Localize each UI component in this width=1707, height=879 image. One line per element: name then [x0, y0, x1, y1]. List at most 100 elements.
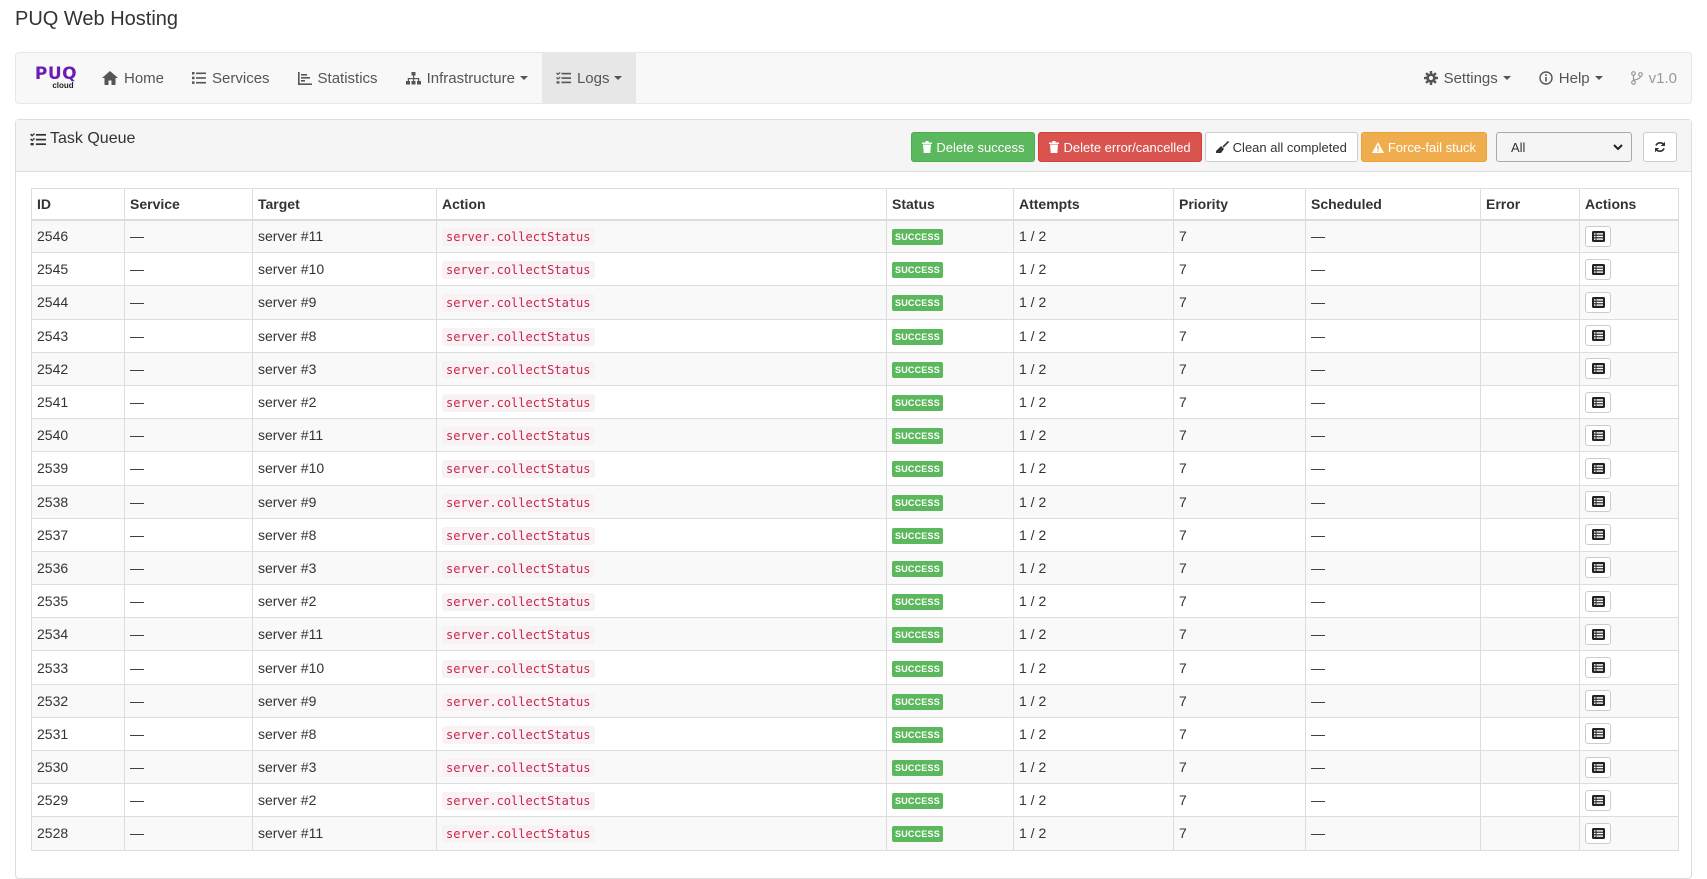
- nav-item-logs[interactable]: Logs: [541, 53, 637, 103]
- column-header-action[interactable]: Action: [436, 188, 887, 221]
- cell-error: [1480, 716, 1580, 752]
- view-details-button[interactable]: [1585, 457, 1611, 479]
- list-alt-icon: [1591, 330, 1605, 342]
- cell-scheduled: —: [1305, 550, 1481, 586]
- table-row: 2545— server #10 server.collectStatus SUCCE…: [31, 252, 1679, 287]
- task-table-wrapper: ID Service Target Action Status Attempts…: [31, 188, 1679, 851]
- nav-item-infrastructure[interactable]: Infrastructure: [392, 53, 542, 103]
- view-details-button[interactable]: [1585, 590, 1611, 612]
- nav-item-statistics[interactable]: Statistics: [284, 53, 392, 103]
- cell-actions: [1579, 683, 1679, 718]
- cell-action: server.collectStatus: [436, 683, 887, 718]
- nav-item-help[interactable]: Help: [1525, 53, 1617, 103]
- nav-item-help-label: Help: [1558, 69, 1590, 87]
- delete-error-cancelled-button[interactable]: Delete error/cancelled: [1038, 132, 1202, 162]
- table-row: 2534— server #11 server.collectStatus SUCCE…: [31, 617, 1679, 652]
- column-header-scheduled[interactable]: Scheduled: [1305, 188, 1481, 221]
- cell-id: 2538: [31, 484, 125, 519]
- column-header-priority[interactable]: Priority: [1173, 188, 1306, 221]
- nav-item-services[interactable]: Services: [178, 53, 284, 103]
- status-badge: SUCCESS: [892, 793, 943, 810]
- column-header-error[interactable]: Error: [1480, 188, 1580, 221]
- action-code: server.collectStatus: [442, 825, 595, 844]
- task-queue-panel: Task Queue Delete success Delete error/c…: [15, 119, 1692, 879]
- view-details-button[interactable]: [1585, 424, 1611, 446]
- table-row: 2539— server #10 server.collectStatus SUCCE…: [31, 451, 1679, 486]
- cell-target: server #11: [252, 218, 437, 254]
- cell-action: server.collectStatus: [436, 484, 887, 519]
- column-header-status[interactable]: Status: [886, 188, 1014, 221]
- view-details-button[interactable]: [1585, 756, 1611, 778]
- cell-error: [1480, 783, 1580, 818]
- column-header-actions: Actions: [1579, 188, 1679, 221]
- view-details-button[interactable]: [1585, 690, 1611, 712]
- action-code: server.collectStatus: [442, 593, 595, 612]
- status-badge: SUCCESS: [892, 461, 943, 478]
- delete-error-cancelled-label: Delete error/cancelled: [1063, 139, 1191, 155]
- table-row: 2533— server #10 server.collectStatus SUCCE…: [31, 650, 1679, 685]
- cell-service: —: [124, 252, 253, 287]
- status-filter-select[interactable]: All: [1496, 132, 1632, 162]
- clean-all-completed-button[interactable]: Clean all completed: [1204, 132, 1358, 162]
- nav-item-version[interactable]: v1.0: [1617, 53, 1691, 103]
- view-details-button[interactable]: [1585, 789, 1611, 811]
- force-fail-stuck-button[interactable]: Force-fail stuck: [1360, 132, 1487, 162]
- cell-attempts: 1 / 2: [1013, 451, 1174, 486]
- cell-priority: 7: [1173, 517, 1306, 552]
- cell-target: server #9: [252, 683, 437, 718]
- cell-service: —: [124, 716, 253, 752]
- delete-success-button[interactable]: Delete success: [911, 132, 1036, 162]
- column-header-attempts[interactable]: Attempts: [1013, 188, 1174, 221]
- column-header-id[interactable]: ID: [31, 188, 125, 221]
- cell-scheduled: —: [1305, 451, 1481, 486]
- status-filter-value: All: [1511, 139, 1526, 155]
- view-details-button[interactable]: [1585, 623, 1611, 645]
- cell-action: server.collectStatus: [436, 517, 887, 552]
- nav-item-settings[interactable]: Settings: [1410, 53, 1525, 103]
- cell-status: SUCCESS: [886, 318, 1014, 353]
- cell-attempts: 1 / 2: [1013, 218, 1174, 254]
- nav-item-statistics-label: Statistics: [317, 69, 378, 87]
- cell-scheduled: —: [1305, 384, 1481, 420]
- cell-priority: 7: [1173, 418, 1306, 453]
- view-details-button[interactable]: [1585, 723, 1611, 745]
- cell-error: [1480, 451, 1580, 486]
- chevron-down-icon: [519, 76, 528, 80]
- view-details-button[interactable]: [1585, 225, 1611, 247]
- cell-action: server.collectStatus: [436, 816, 887, 851]
- table-row: 2529— server #2 server.collectStatus SUCCES…: [31, 783, 1679, 818]
- view-details-button[interactable]: [1585, 491, 1611, 513]
- cell-status: SUCCESS: [886, 650, 1014, 685]
- cell-error: [1480, 816, 1580, 851]
- view-details-button[interactable]: [1585, 358, 1611, 380]
- view-details-button[interactable]: [1585, 657, 1611, 679]
- toolbar: Delete success Delete error/cancelled Cl…: [908, 132, 1677, 162]
- panel-title-text: Task Queue: [50, 130, 136, 147]
- view-details-button[interactable]: [1585, 822, 1611, 844]
- cell-target: server #3: [252, 749, 437, 785]
- view-details-button[interactable]: [1585, 325, 1611, 347]
- list-alt-icon: [1591, 529, 1605, 541]
- nav-item-home[interactable]: Home: [88, 53, 178, 103]
- table-row: 2536— server #3 server.collectStatus SUCCES…: [31, 550, 1679, 586]
- brand-logo[interactable]: PUQ cloud: [16, 53, 88, 103]
- column-header-target[interactable]: Target: [252, 188, 437, 221]
- cell-status: SUCCESS: [886, 285, 1014, 320]
- view-details-button[interactable]: [1585, 391, 1611, 413]
- cell-attempts: 1 / 2: [1013, 351, 1174, 386]
- cell-service: —: [124, 384, 253, 420]
- refresh-button[interactable]: [1643, 132, 1677, 162]
- table-header-row: ID Service Target Action Status Attempts…: [31, 188, 1679, 221]
- view-details-button[interactable]: [1585, 524, 1611, 546]
- cell-error: [1480, 484, 1580, 519]
- view-details-button[interactable]: [1585, 557, 1611, 579]
- view-details-button[interactable]: [1585, 291, 1611, 313]
- cell-priority: 7: [1173, 285, 1306, 320]
- trash-icon: [922, 141, 933, 153]
- cell-error: [1480, 617, 1580, 652]
- column-header-service[interactable]: Service: [124, 188, 253, 221]
- table-row: 2541— server #2 server.collectStatus SUCCES…: [31, 384, 1679, 420]
- view-details-button[interactable]: [1585, 258, 1611, 280]
- cell-id: 2544: [31, 285, 125, 320]
- cell-error: [1480, 252, 1580, 287]
